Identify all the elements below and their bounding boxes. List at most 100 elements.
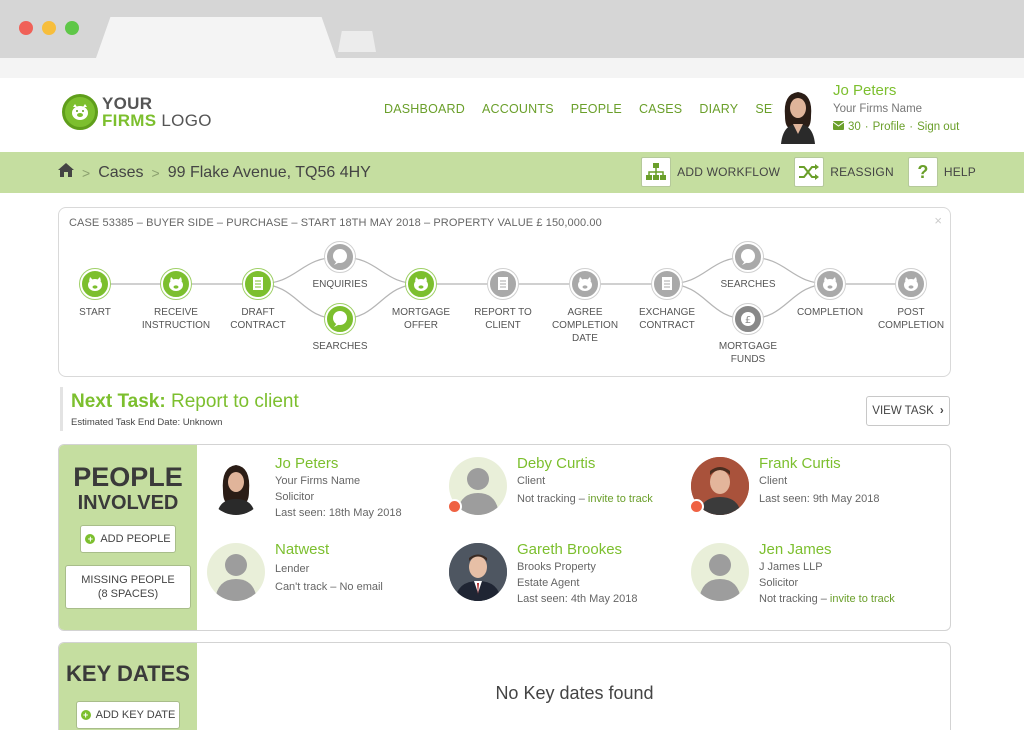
add-workflow-button[interactable]: ADD WORKFLOW [641,157,780,187]
workflow-step-start[interactable] [79,268,111,300]
person-role: Client [517,475,546,487]
person-detail: J James LLP [759,561,823,573]
workflow-step-exchange[interactable] [651,268,683,300]
workflow-step-completion[interactable] [814,268,846,300]
people-involved-panel: PEOPLE INVOLVED + ADD PEOPLE MISSING PEO… [58,444,951,631]
next-task-end-date: Estimated Task End Date: Unknown [71,417,223,428]
signout-link[interactable]: Sign out [917,121,959,133]
people-sidebar: PEOPLE INVOLVED + ADD PEOPLE MISSING PEO… [59,445,197,630]
firm-logo[interactable]: YOUR FIRMS LOGO [62,94,212,130]
workflow-label-enquiries: ENQUIRIES [312,279,368,290]
key-dates-sidebar: KEY DATES + ADD KEY DATE [59,643,197,730]
user-name[interactable]: Jo Peters [833,82,896,99]
pound-icon: £ [741,312,755,326]
breadcrumb-property: 99 Flake Avenue, TQ56 4HY [167,163,371,181]
browser-tab-active[interactable] [96,17,336,58]
pig-icon [169,277,183,291]
app-page: YOUR FIRMS LOGO DASHBOARD ACCOUNTS PEOPL… [0,78,1024,730]
person-role: Client [759,475,788,487]
add-people-button[interactable]: + ADD PEOPLE [80,525,176,553]
breadcrumb: > Cases > 99 Flake Avenue, TQ56 4HY [58,163,371,182]
person-name[interactable]: Gareth Brookes [517,541,622,558]
person-name[interactable]: Jo Peters [275,455,338,472]
nav-people[interactable]: PEOPLE [571,102,622,116]
minimize-window-button[interactable] [42,21,56,35]
next-task-name[interactable]: Report to client [171,391,299,412]
home-icon[interactable] [58,163,74,182]
invite-to-track-link[interactable]: invite to track [830,593,895,605]
svg-text:£: £ [745,315,751,326]
help-button[interactable]: ? HELP [907,157,976,187]
task-accent-bar [60,387,63,431]
document-icon [662,277,672,290]
close-window-button[interactable] [19,21,33,35]
person-name[interactable]: Natwest [275,541,329,558]
reassign-button[interactable]: REASSIGN [794,157,894,187]
envelope-icon[interactable] [832,121,845,133]
workflow-step-post[interactable] [895,268,927,300]
new-tab-button[interactable] [338,31,376,52]
browser-chrome [0,0,1024,78]
link-icon [689,499,704,514]
person-tracking: Not tracking – invite to track [517,493,653,505]
user-links: 30 · Profile · Sign out [832,121,959,133]
reassign-label: REASSIGN [830,165,894,179]
next-task-title: Next Task: Report to client [71,391,299,413]
nav-cases[interactable]: CASES [639,102,682,116]
add-key-date-button[interactable]: + ADD KEY DATE [76,701,180,729]
nav-dashboard[interactable]: DASHBOARD [384,102,465,116]
logo-line2-green: FIRMS [102,111,157,130]
main-nav: DASHBOARD ACCOUNTS PEOPLE CASES DIARY SE… [384,102,815,116]
person-role: Solicitor [275,491,315,503]
shuffle-icon [794,157,825,187]
user-avatar[interactable] [773,86,823,144]
view-task-button[interactable]: VIEW TASK › [866,396,950,426]
pig-icon [62,94,98,130]
plus-icon: + [80,710,91,720]
workflow-step-receive[interactable] [160,268,192,300]
pig-icon [904,277,918,291]
nav-diary[interactable]: DIARY [699,102,738,116]
link-icon [447,499,462,514]
person-name[interactable]: Deby Curtis [517,455,595,472]
maximize-window-button[interactable] [65,21,79,35]
avatar [207,543,265,601]
workflow-step-enquiries[interactable] [324,241,356,273]
missing-people-button[interactable]: MISSING PEOPLE (8 SPACES) [65,565,191,609]
workflow-step-funds[interactable]: £ [732,303,764,335]
people-title-line1: PEOPLE [73,462,183,492]
message-count[interactable]: 30 [848,121,861,133]
workflow-step-draft[interactable] [242,268,274,300]
workflow-step-agree[interactable] [569,268,601,300]
person-detail: Brooks Property [517,561,596,573]
help-label: HELP [943,165,976,179]
person-name[interactable]: Frank Curtis [759,455,841,472]
workflow-diagram: £ [79,241,927,335]
workflow-label-draft: DRAFT CONTRACT [230,307,286,331]
workflow-step-searches2[interactable] [732,241,764,273]
person-role: Lender [275,563,310,575]
invite-to-track-link[interactable]: invite to track [588,493,653,505]
plus-icon: + [85,534,96,544]
profile-link[interactable]: Profile [873,121,906,133]
workflow-step-searches1[interactable] [324,303,356,335]
logo-text: YOUR FIRMS LOGO [102,95,212,129]
person-last-seen: Last seen: 18th May 2018 [275,507,402,519]
breadcrumb-cases[interactable]: Cases [98,164,143,182]
separator: · [864,121,869,133]
person-tracking: Not tracking – invite to track [759,593,895,605]
workflow-step-mortgage_offer[interactable] [405,268,437,300]
workflow-label-searches1: SEARCHES [312,341,368,352]
person-detail: Your Firms Name [275,475,361,487]
nav-accounts[interactable]: ACCOUNTS [482,102,554,116]
question-icon: ? [907,157,938,187]
workflow-step-report[interactable] [487,268,519,300]
workflow-label-funds: MORTGAGE FUNDS [718,341,778,365]
tracking-status: Not tracking – [759,593,830,605]
pig-icon [823,277,837,291]
key-dates-title: KEY DATES [66,661,190,686]
add-people-label: ADD PEOPLE [100,533,171,545]
person-name[interactable]: Jen James [759,541,832,558]
chevron-right-icon: > [151,164,160,181]
person-tracking: Can't track – No email [275,581,383,593]
